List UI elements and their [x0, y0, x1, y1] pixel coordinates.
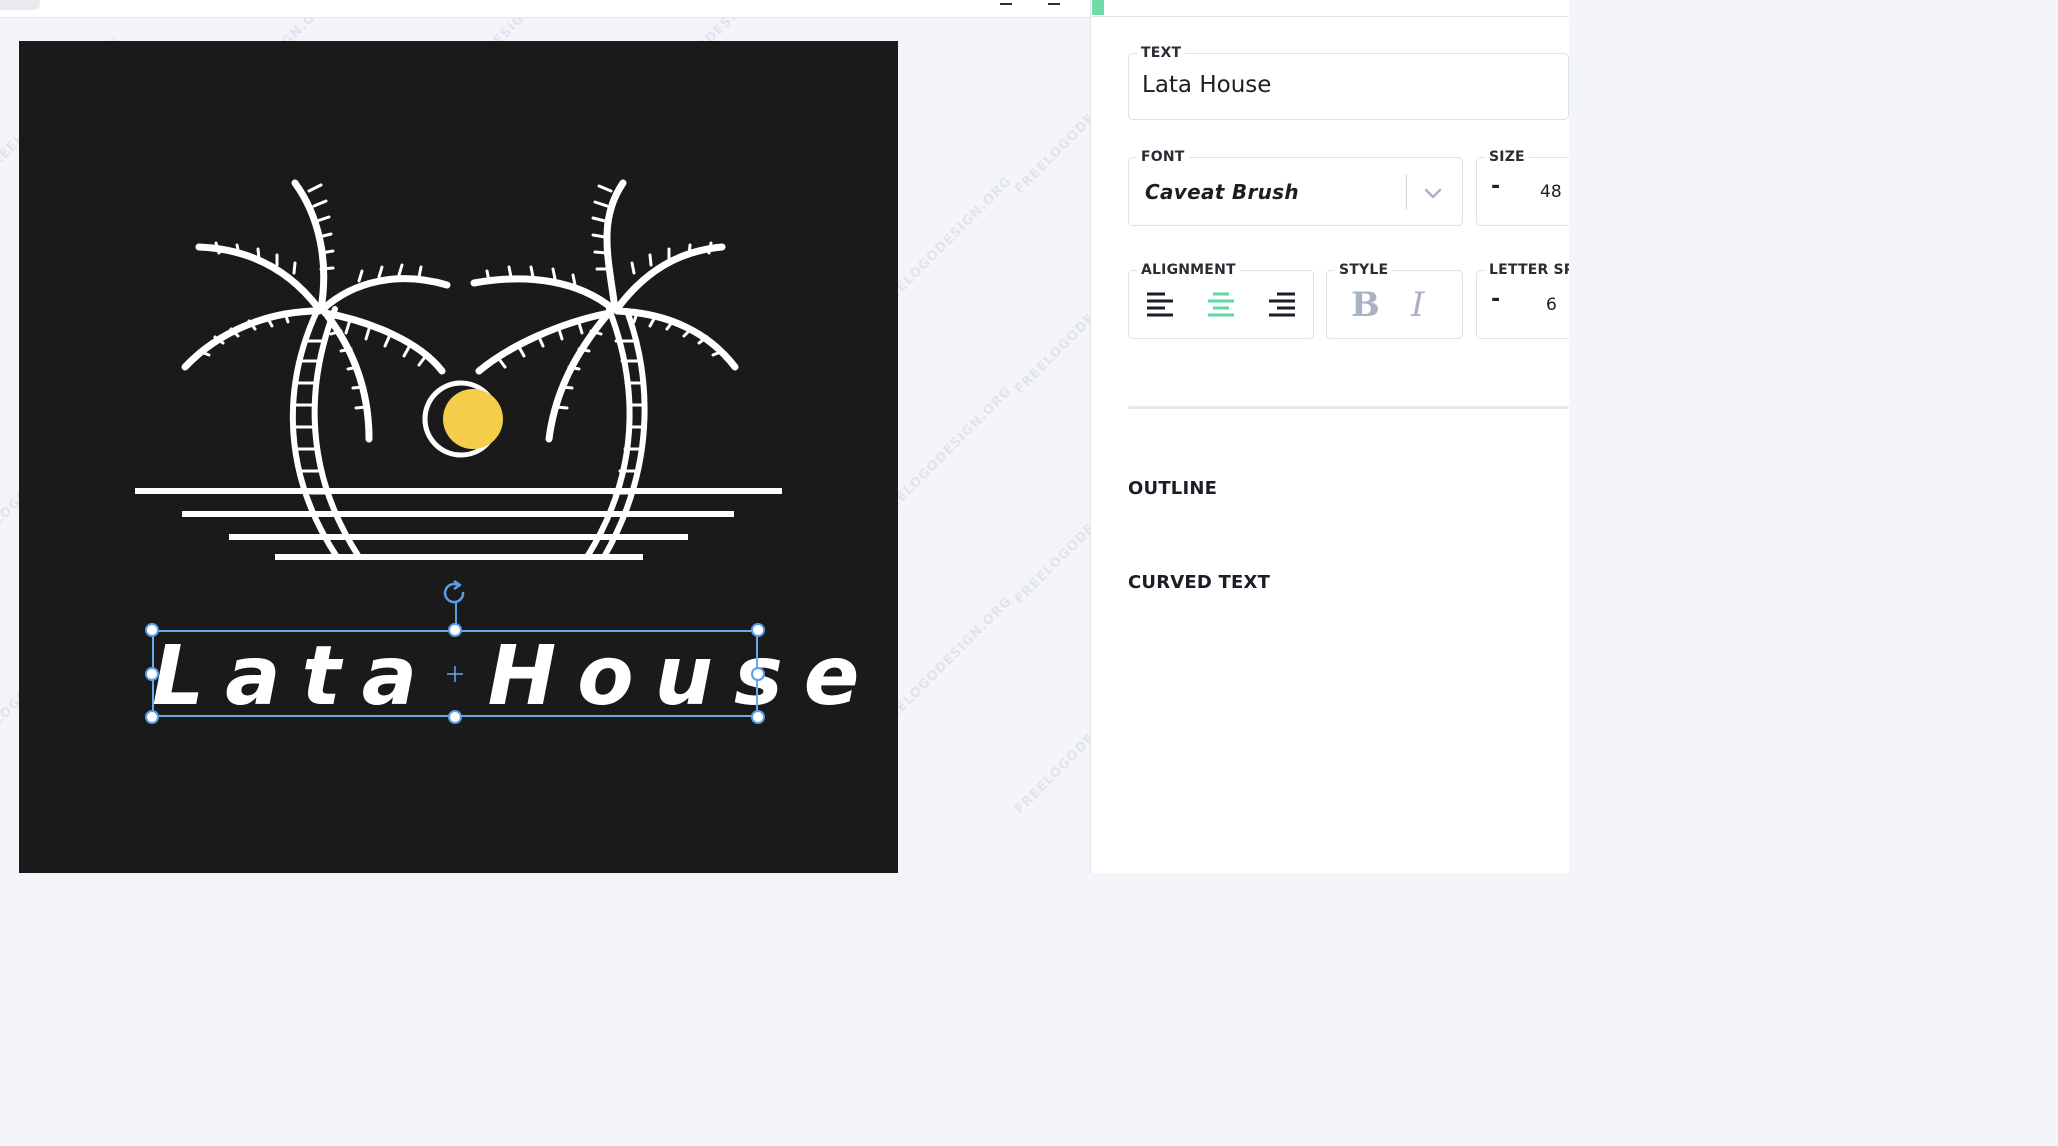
watermark: FREELOGODESIGN.ORG [1012, 673, 1090, 818]
resize-handle-bottom[interactable] [448, 710, 462, 724]
text-input[interactable]: Lata House [1142, 72, 1271, 98]
letter-spacing-stepper[interactable]: LETTER SP - 6 [1476, 262, 1569, 339]
text-field[interactable]: TEXT Lata House [1128, 45, 1569, 120]
watermark: FREELOGODESIGN.ORG [1012, 463, 1090, 608]
letter-spacing-decrement-button[interactable]: - [1491, 287, 1500, 312]
size-value[interactable]: 48 [1540, 182, 1562, 202]
style-label: STYLE [1335, 262, 1393, 278]
font-select-value[interactable]: Caveat Brush [1145, 180, 1299, 204]
resize-handle-bottom-left[interactable] [145, 710, 159, 724]
text-properties-panel: TEXT Lata House FONT Caveat Brush SIZE -… [1090, 0, 1569, 873]
font-select-divider [1406, 174, 1407, 210]
right-palm-tree [470, 179, 739, 560]
letter-spacing-label: LETTER SP [1485, 262, 1569, 278]
logo-canvas[interactable]: Lata House [19, 41, 898, 873]
align-center-icon[interactable] [1207, 291, 1235, 319]
sun-icon [422, 380, 503, 458]
style-group: STYLE B I [1326, 262, 1463, 339]
resize-handle-top[interactable] [448, 623, 462, 637]
top-toolbar [0, 0, 1090, 18]
toolbar-tab[interactable] [0, 0, 40, 10]
alignment-group: ALIGNMENT [1128, 262, 1314, 339]
resize-handle-right[interactable] [751, 667, 765, 681]
left-palm-tree [181, 179, 451, 560]
size-stepper[interactable]: SIZE - 48 [1476, 149, 1569, 226]
resize-handle-top-left[interactable] [145, 623, 159, 637]
chevron-down-icon[interactable] [1422, 182, 1444, 204]
watermark: FREELOGODESIGN.ORG [1012, 53, 1090, 198]
panel-accent-bar [1092, 0, 1104, 15]
resize-handle-bottom-right[interactable] [751, 710, 765, 724]
align-right-icon[interactable] [1268, 291, 1296, 319]
bold-button[interactable]: B [1351, 285, 1380, 325]
font-select-label: FONT [1137, 149, 1189, 165]
toolbar-icon[interactable] [1048, 0, 1060, 5]
resize-handle-left[interactable] [145, 667, 159, 681]
resize-handle-top-right[interactable] [751, 623, 765, 637]
toolbar-icon[interactable] [1000, 0, 1012, 5]
font-select[interactable]: FONT Caveat Brush [1128, 149, 1463, 226]
palm-sunset-graphic[interactable] [19, 41, 898, 873]
center-crosshair-icon [447, 666, 463, 682]
outline-section-toggle[interactable]: OUTLINE [1128, 478, 1217, 499]
italic-button[interactable]: I [1411, 285, 1424, 325]
size-decrement-button[interactable]: - [1491, 174, 1500, 199]
panel-header [1091, 0, 1569, 17]
align-left-icon[interactable] [1146, 291, 1174, 319]
curved-text-section-toggle[interactable]: CURVED TEXT [1128, 572, 1270, 593]
horizon-lines [135, 488, 782, 560]
watermark: FREELOGODESIGN.ORG [1012, 253, 1090, 398]
alignment-label: ALIGNMENT [1137, 262, 1240, 278]
text-field-label: TEXT [1137, 45, 1186, 61]
size-label: SIZE [1485, 149, 1529, 165]
panel-divider [1128, 406, 1569, 409]
letter-spacing-value[interactable]: 6 [1546, 295, 1557, 315]
